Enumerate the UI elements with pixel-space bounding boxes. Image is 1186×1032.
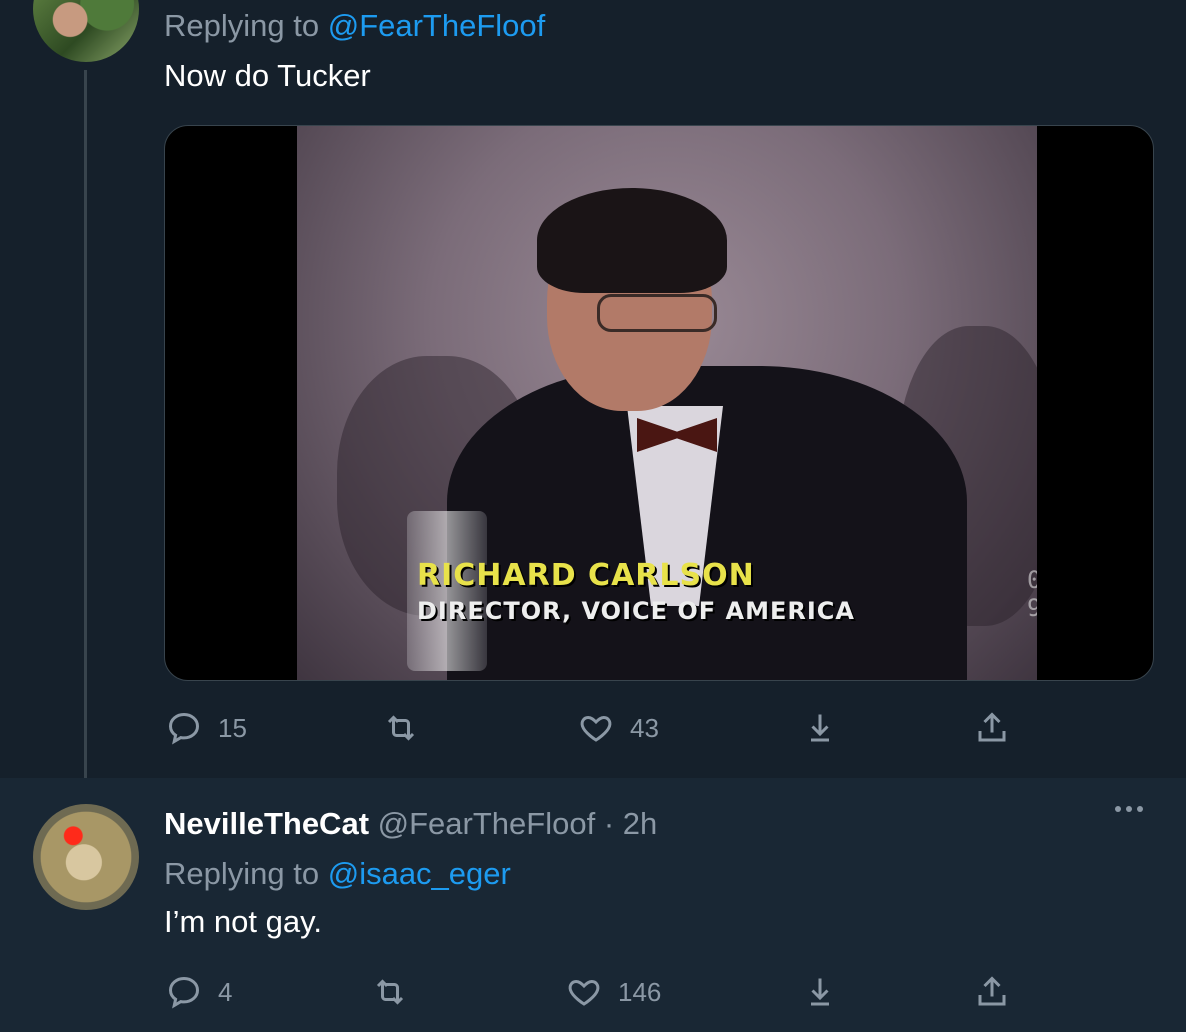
tweet-parent[interactable]: Replying to @FearTheFloof Now do Tucker … [0,0,1186,798]
like-button[interactable]: 146 [566,974,661,1010]
like-button[interactable]: 43 [578,710,659,746]
retweet-icon [376,979,404,1005]
replying-to-line: Replying to @isaac_eger [164,856,511,892]
mention-link[interactable]: @FearTheFloof [328,8,546,43]
download-button[interactable] [802,710,838,746]
retweet-icon [387,715,415,741]
share-icon [978,712,1006,742]
download-icon [811,714,829,742]
share-icon [978,976,1006,1006]
more-icon[interactable] [1115,806,1143,812]
download-icon [811,978,829,1006]
replying-to-label: Replying to [164,8,320,43]
like-icon [568,979,600,1006]
tweet-timestamp[interactable]: 2h [623,806,657,841]
timecode-top: 04-90 [1027,566,1037,622]
tweet-text: Now do Tucker [164,58,371,93]
tweet-text: I’m not gay. [164,904,322,939]
reply-icon [168,976,200,1009]
download-button[interactable] [802,974,838,1010]
avatar[interactable] [33,0,139,62]
tweet-actions: 15 43 [0,710,1186,760]
replying-to-line: Replying to @FearTheFloof [164,8,545,44]
caption-name: RICHARD CARLSON [417,558,755,593]
retweet-button[interactable] [372,974,408,1010]
tweet-actions: 4 146 [0,974,1186,1024]
mention-link[interactable]: @isaac_eger [328,856,511,891]
reply-icon [168,712,200,745]
reply-button[interactable]: 4 [166,974,232,1010]
caption-title: DIRECTOR, VOICE OF AMERICA [417,597,855,625]
share-button[interactable] [974,710,1010,746]
reply-count: 15 [218,712,247,743]
thread-line [84,70,87,798]
reply-button[interactable]: 15 [166,710,247,746]
share-button[interactable] [974,974,1010,1010]
separator-dot: · [603,806,615,841]
video-caption: RICHARD CARLSON DIRECTOR, VOICE OF AMERI… [417,558,1017,625]
tweet-header: NevilleTheCat @FearTheFloof · 2h [164,806,657,842]
like-count: 146 [618,976,662,1007]
like-icon [580,715,612,742]
display-name[interactable]: NevilleTheCat [164,806,369,841]
reply-count: 4 [218,976,233,1007]
retweet-button[interactable] [383,710,419,746]
video-frame: RICHARD CARLSON DIRECTOR, VOICE OF AMERI… [297,126,1037,680]
avatar[interactable] [33,804,139,910]
like-count: 43 [630,712,659,743]
replying-to-label: Replying to [164,856,320,891]
user-handle[interactable]: @FearTheFloof [378,806,596,841]
tweet-reply[interactable]: NevilleTheCat @FearTheFloof · 2h Replyin… [0,778,1186,1032]
tweet-media-video[interactable]: RICHARD CARLSON DIRECTOR, VOICE OF AMERI… [164,125,1154,681]
